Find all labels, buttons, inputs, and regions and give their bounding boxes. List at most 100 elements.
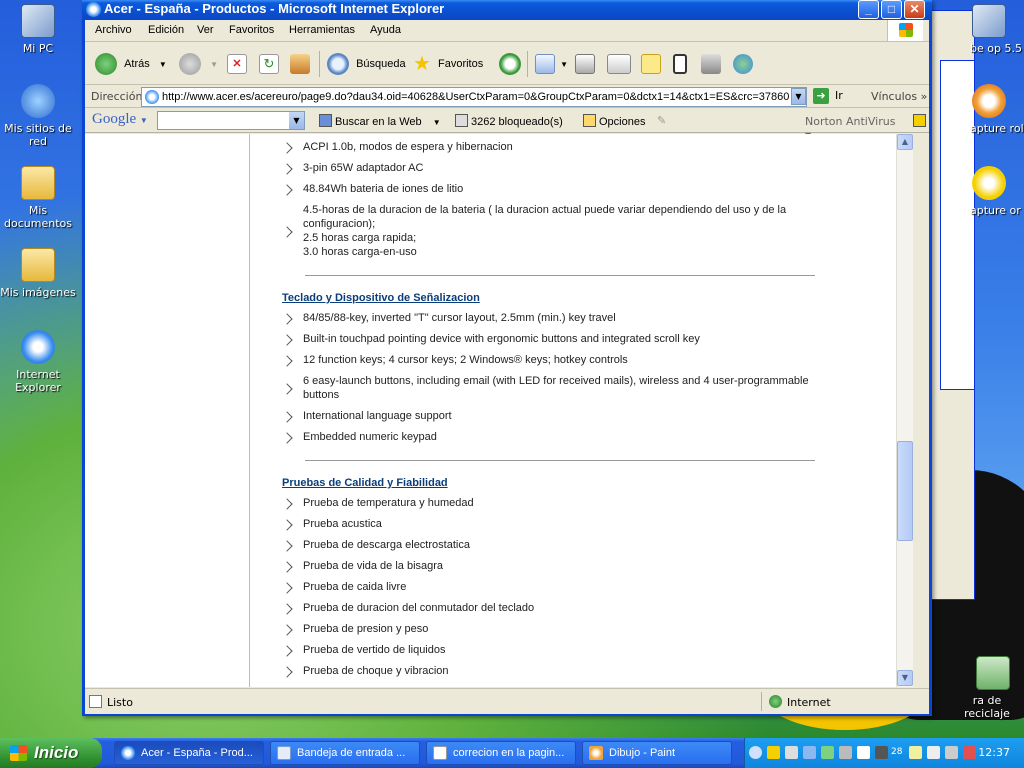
internet-explorer-icon[interactable] (86, 2, 101, 17)
list-item: 6 easy-launch buttons, including email (… (303, 375, 809, 401)
back-button[interactable]: Atrás ▼ (95, 51, 167, 77)
home-button[interactable] (290, 51, 310, 77)
title-bar[interactable]: Acer - España - Productos - Microsoft In… (82, 0, 932, 20)
desktop-icon-right-3[interactable]: apture or (970, 166, 1024, 217)
home-icon (290, 54, 310, 75)
taskbar-item-correction[interactable]: correcion en la pagin... (426, 741, 576, 765)
section-heading-keyboard[interactable]: Teclado y Dispositivo de Señalizacion (282, 292, 480, 304)
desktop-icon-right-1[interactable]: be op 5.5 (970, 4, 1024, 55)
discuss-button[interactable] (641, 51, 661, 77)
desktop-icon-mis-documentos[interactable]: Mis documentos (0, 166, 76, 230)
address-input[interactable]: http://www.acer.es/acereuro/page9.do?dau… (141, 87, 807, 107)
edit-button[interactable] (607, 51, 631, 77)
flag-icon[interactable] (875, 746, 888, 759)
dropdown-arrow-icon[interactable]: ▼ (210, 60, 218, 69)
options-button[interactable]: Opciones (583, 114, 645, 128)
bullet-chevron-icon (281, 142, 293, 154)
list-item: Prueba de presion y peso (303, 623, 429, 635)
history-icon (499, 53, 521, 76)
tray-badge[interactable]: 28 (891, 747, 904, 760)
menu-herramientas[interactable]: Herramientas (289, 24, 355, 36)
address-dropdown-icon[interactable]: ▼ (791, 88, 806, 105)
desktop-icon-mis-sitios[interactable]: Mis sitios de red (0, 84, 76, 148)
desktop-icon-internet-explorer[interactable]: Internet Explorer (0, 330, 76, 394)
google-logo[interactable]: Google ▼ (92, 111, 148, 128)
desktop-icon-mis-imagenes[interactable]: Mis imágenes (0, 248, 76, 299)
refresh-button[interactable]: ↻ (259, 51, 279, 77)
display-icon[interactable] (945, 746, 958, 759)
address-bar: Dirección http://www.acer.es/acereuro/pa… (85, 86, 929, 108)
popup-blocker-button[interactable]: 3262 bloqueado(s) (455, 114, 563, 128)
scroll-down-arrow-icon[interactable]: ▼ (897, 670, 913, 686)
back-arrow-icon (95, 53, 117, 76)
search-web-button[interactable]: Buscar en la Web ▼ (319, 114, 441, 128)
paint-icon (589, 746, 603, 760)
tray-app-icon[interactable] (909, 746, 922, 759)
page-icon (145, 90, 159, 104)
close-button[interactable]: ✕ (904, 0, 925, 19)
dropdown-arrow-icon[interactable]: ▼ (289, 112, 304, 129)
bullet-chevron-icon (281, 624, 293, 636)
research-button[interactable] (701, 51, 721, 77)
bullet-chevron-icon (281, 383, 293, 395)
binoculars-icon (319, 114, 332, 127)
favorites-button[interactable]: ★ Favoritos (413, 51, 483, 77)
scroll-thumb[interactable] (897, 441, 913, 541)
bullet-chevron-icon (281, 313, 293, 325)
users-button[interactable] (733, 51, 753, 77)
maximize-button[interactable]: □ (881, 0, 902, 19)
bullet-chevron-icon (281, 561, 293, 573)
search-button[interactable]: Búsqueda (327, 51, 406, 77)
note-icon (641, 54, 661, 75)
pencil-icon[interactable]: ✎ (657, 114, 666, 127)
go-button[interactable]: ➜ Ir (813, 88, 843, 104)
dropdown-arrow-icon[interactable]: ▼ (560, 60, 568, 69)
section-heading-quality[interactable]: Pruebas de Calidad y Fiabilidad (282, 477, 448, 489)
browser-window[interactable]: Acer - España - Productos - Microsoft In… (82, 0, 932, 716)
messenger-icon[interactable] (821, 746, 834, 759)
messenger-button[interactable] (673, 51, 687, 77)
address-url[interactable]: http://www.acer.es/acereuro/page9.do?dau… (162, 91, 789, 103)
taskbar-item-internet-explorer[interactable]: Acer - España - Prod... (114, 741, 264, 765)
tray-app-icon[interactable] (839, 746, 852, 759)
vertical-scrollbar[interactable]: ▲ ▼ (896, 134, 913, 687)
menu-archivo[interactable]: Archivo (95, 24, 132, 36)
list-item: Prueba acustica (303, 518, 382, 530)
speaker-icon[interactable] (785, 746, 798, 759)
menu-favoritos[interactable]: Favoritos (229, 24, 274, 36)
tray-app-icon[interactable] (927, 746, 940, 759)
tray-expand-icon[interactable] (749, 746, 762, 759)
minimize-button[interactable]: _ (858, 0, 879, 19)
mail-button[interactable]: ▼ (535, 51, 568, 77)
desktop-icon-recycle-bin[interactable]: ra de reciclaje (950, 656, 1024, 720)
bullet-chevron-icon (281, 355, 293, 367)
antivirus-icon[interactable] (963, 746, 976, 759)
taskbar-item-paint[interactable]: Dibujo - Paint (582, 741, 732, 765)
forward-button[interactable]: ▼ (179, 51, 218, 77)
bullet-chevron-icon (281, 582, 293, 594)
computer-icon (21, 4, 55, 38)
history-button[interactable] (499, 51, 521, 77)
menu-edicion[interactable]: Edición (148, 24, 184, 36)
shield-icon[interactable] (767, 746, 780, 759)
menu-ver[interactable]: Ver (197, 24, 214, 36)
desktop-icon-mi-pc[interactable]: Mi PC (0, 4, 76, 55)
links-button[interactable]: Vínculos » (871, 90, 927, 103)
bullet-chevron-icon (281, 163, 293, 175)
network-icon[interactable] (803, 746, 816, 759)
scroll-up-arrow-icon[interactable]: ▲ (897, 134, 913, 150)
google-toolbar: Google ▼ ▼ Buscar en la Web ▼ 3262 bloqu… (85, 109, 929, 140)
google-search-input[interactable]: ▼ (157, 111, 305, 130)
bullet-chevron-icon (281, 226, 293, 238)
desktop-icon-right-2[interactable]: apture rol (970, 84, 1024, 135)
dropdown-arrow-icon[interactable]: ▼ (159, 60, 167, 69)
menu-ayuda[interactable]: Ayuda (370, 24, 401, 36)
device-icon[interactable] (857, 746, 870, 759)
print-button[interactable] (575, 51, 595, 77)
clock[interactable]: 12:37 (978, 746, 1010, 759)
bullet-chevron-icon (281, 519, 293, 531)
forward-arrow-icon (179, 53, 201, 76)
stop-button[interactable]: ✕ (227, 51, 247, 77)
start-button[interactable]: Inicio (0, 738, 102, 768)
taskbar-item-inbox[interactable]: Bandeja de entrada ... (270, 741, 420, 765)
